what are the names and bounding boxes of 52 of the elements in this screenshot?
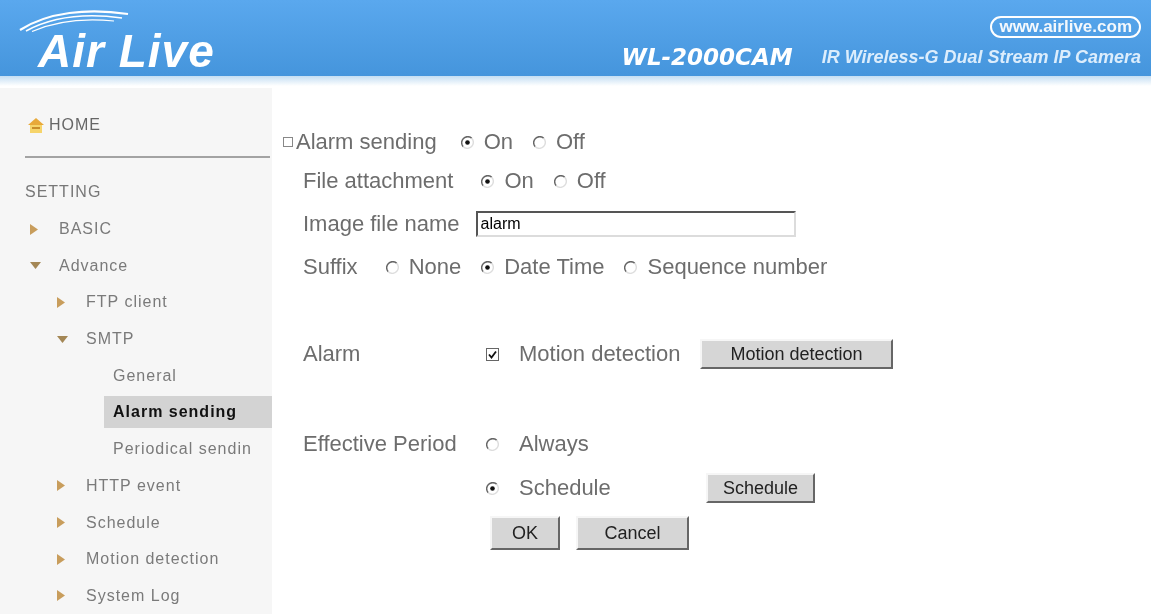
product-description: IR Wireless-G Dual Stream IP Camera <box>821 46 1141 69</box>
cancel-button[interactable]: Cancel <box>576 516 689 550</box>
motion-detection-button[interactable]: Motion detection <box>700 339 893 369</box>
home-link[interactable]: HOME <box>27 114 101 136</box>
nav-item[interactable]: SMTP <box>77 323 139 356</box>
field-label: Suffix <box>303 254 358 280</box>
option-label: On <box>483 129 513 155</box>
nav-item[interactable]: Periodical sendin <box>104 433 256 466</box>
triangle-down-icon[interactable] <box>30 262 41 270</box>
radio-button[interactable] <box>533 135 546 149</box>
option-label: Off <box>576 168 606 194</box>
radio-button[interactable] <box>553 174 567 188</box>
website-link[interactable]: www.airlive.com <box>990 16 1141 38</box>
square-icon <box>283 137 293 147</box>
option-label: On <box>504 168 534 194</box>
section-title: Alarm sending <box>296 129 437 155</box>
logo-text: Air Live <box>38 28 215 74</box>
option-label: Date Time <box>504 254 605 280</box>
house-icon <box>27 116 45 134</box>
field-label: Alarm <box>303 341 362 367</box>
triangle-down-icon[interactable] <box>57 335 68 343</box>
checkbox[interactable] <box>486 347 499 361</box>
schedule-button[interactable]: Schedule <box>706 473 815 503</box>
field-label: Image file name <box>303 211 460 237</box>
radio-button[interactable] <box>481 174 495 188</box>
option-label: Motion detection <box>519 341 682 367</box>
option-label: Sequence number <box>647 254 828 280</box>
ok-button[interactable]: OK <box>490 516 560 550</box>
radio-button[interactable] <box>481 260 495 274</box>
nav-item[interactable]: System Log <box>77 579 185 612</box>
radio-button[interactable] <box>486 437 499 451</box>
nav-item[interactable]: HTTP event <box>77 469 186 502</box>
input-field[interactable]: alarm <box>475 211 796 237</box>
nav-item[interactable]: Motion detection <box>77 543 224 576</box>
option-label: Always <box>519 431 590 457</box>
field-label: File attachment <box>303 168 454 194</box>
radio-button[interactable] <box>385 260 399 274</box>
nav-item[interactable]: BASIC <box>50 213 116 245</box>
option-label: Schedule <box>519 475 612 501</box>
nav-item[interactable]: FTP client <box>77 286 172 319</box>
nav-item[interactable]: Schedule <box>77 506 165 539</box>
radio-button[interactable] <box>460 135 474 149</box>
nav-item[interactable]: Alarm sending <box>104 396 272 429</box>
option-label: Off <box>556 129 585 155</box>
nav-item[interactable]: Advance <box>50 249 133 282</box>
field-label: Effective Period <box>303 430 458 458</box>
section-heading: SETTING <box>25 182 102 202</box>
model-name: WL-2000CAM <box>621 43 793 71</box>
option-label: None <box>408 254 462 280</box>
radio-button[interactable] <box>624 260 638 274</box>
radio-button[interactable] <box>486 481 499 495</box>
nav-item[interactable]: General <box>104 359 181 392</box>
